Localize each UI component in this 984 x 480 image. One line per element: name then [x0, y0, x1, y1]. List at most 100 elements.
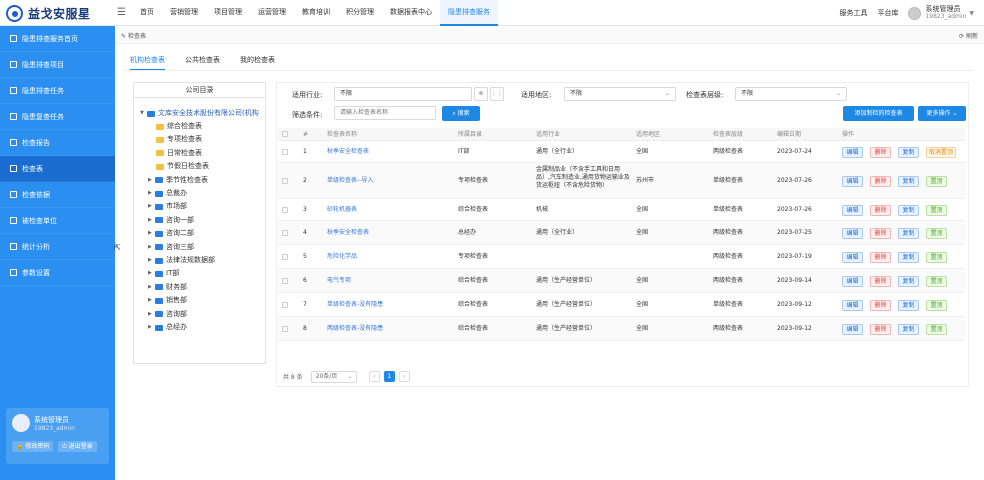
row-checkbox[interactable]	[282, 254, 288, 260]
expand-icon[interactable]: ▶	[148, 281, 155, 294]
tree-node[interactable]: 日常检查表	[156, 147, 202, 160]
expand-icon[interactable]: ▶	[148, 321, 155, 334]
delete-button[interactable]: 删除	[870, 176, 891, 187]
tree-node[interactable]: ▶ 季节性检查表	[148, 174, 208, 187]
tab-my-checklists[interactable]: 我的检查表	[240, 55, 275, 71]
breadcrumb-tab[interactable]: ✎ 检查表	[121, 31, 146, 40]
tab-public-checklists[interactable]: 公共检查表	[185, 55, 220, 71]
delete-button[interactable]: 删除	[870, 252, 891, 263]
nav-item-marketing[interactable]: 营销管理	[162, 0, 206, 26]
nav-item-project[interactable]: 项目管理	[206, 0, 250, 26]
tree-node[interactable]: ▶ 财务部	[148, 281, 187, 294]
tree-node[interactable]: 综合检查表	[156, 120, 202, 133]
sidebar-item-tasks[interactable]: 隐患排查任务	[0, 78, 115, 104]
copy-button[interactable]: 复制	[898, 324, 919, 335]
more-actions-button[interactable]: 更多操作 ⌄	[918, 106, 966, 121]
tree-node[interactable]: ▶ 市场部	[148, 200, 187, 213]
row-checkbox[interactable]	[282, 149, 288, 155]
logout-button[interactable]: ⏻ 退出登录	[58, 441, 97, 452]
search-button[interactable]: ⌕ 搜索	[442, 106, 480, 121]
edit-button[interactable]: 编辑	[842, 228, 863, 239]
next-page-button[interactable]: ›	[398, 371, 410, 382]
chevron-down-icon[interactable]: ▼	[969, 10, 974, 17]
nav-item-points[interactable]: 积分管理	[338, 0, 382, 26]
pin-button[interactable]: 置顶	[926, 324, 947, 335]
row-checkbox[interactable]	[282, 178, 288, 184]
sidebar-item-reports[interactable]: 检查报告	[0, 130, 115, 156]
avatar[interactable]	[908, 6, 922, 20]
edit-button[interactable]: 编辑	[842, 205, 863, 216]
tab-org-checklists[interactable]: 机构检查表	[130, 55, 165, 71]
level-select[interactable]: 不限 ⌄	[735, 87, 847, 101]
delete-button[interactable]: 删除	[870, 324, 891, 335]
expand-icon[interactable]: ▶	[148, 187, 155, 200]
table-row[interactable]: 2 单级检查表--导入 专项检查表 金属制品业（不含手工具和日用品）,汽车制造业,通用…	[278, 163, 965, 199]
table-row[interactable]: 6 电气专项 综合检查表 通用（生产经营单位） 全国 两级检查表 2023-09-14 编辑删…	[278, 269, 965, 293]
delete-button[interactable]: 删除	[870, 300, 891, 311]
page-current[interactable]: 1	[383, 371, 395, 382]
table-row[interactable]: 4 秋季安全检查表 总经办 通用（全行业） 全国 两级检查表 2023-07-25 编辑 删除复…	[278, 221, 965, 245]
tree-node[interactable]: ▶ 咨询二部	[148, 227, 194, 240]
nav-item-hazard-service[interactable]: 隐患排查服务	[440, 0, 498, 26]
expand-icon[interactable]: ▶	[148, 294, 155, 307]
unpin-button[interactable]: 取消置顶	[926, 147, 956, 158]
nav-item-training[interactable]: 教育培训	[294, 0, 338, 26]
sidebar-item-stats[interactable]: 统计分析	[0, 234, 115, 260]
row-checkbox[interactable]	[282, 207, 288, 213]
sidebar-item-recheck[interactable]: 隐患复查任务	[0, 104, 115, 130]
row-checkbox[interactable]	[282, 302, 288, 308]
sidebar-item-checklist[interactable]: 检查表	[0, 156, 115, 182]
checklist-name-link[interactable]: 秋季安全检查表	[327, 148, 369, 156]
add-checklist-button[interactable]: 添加制检的检查表	[843, 106, 914, 121]
expand-icon[interactable]: ▶	[148, 267, 155, 280]
delete-button[interactable]: 删除	[870, 276, 891, 287]
sidebar-item-home[interactable]: 隐患排查服务首页	[0, 26, 115, 52]
table-row[interactable]: 7 单级检查表-没有隐患 综合检查表 通用（生产经营单位） 全国 单级检查表 2023-09…	[278, 293, 965, 317]
pin-button[interactable]: 置顶	[926, 228, 947, 239]
table-row[interactable]: 1 秋季安全检查表 IT部 通用（全行业） 全国 两级检查表 2023-07-24 编辑 删除复…	[278, 141, 965, 163]
edit-button[interactable]: 编辑	[842, 300, 863, 311]
row-checkbox[interactable]	[282, 326, 288, 332]
nav-item-operation[interactable]: 运营管理	[250, 0, 294, 26]
copy-button[interactable]: 复制	[898, 176, 919, 187]
checklist-name-link[interactable]: 两级检查表-没有隐患	[327, 325, 383, 333]
checklist-name-link[interactable]: 砂轮机器表	[327, 206, 357, 214]
edit-button[interactable]: 编辑	[842, 252, 863, 263]
change-password-button[interactable]: 🔒 修改密码	[12, 441, 54, 452]
tree-node[interactable]: ▶ 总经办	[148, 321, 187, 334]
edit-button[interactable]: 编辑	[842, 324, 863, 335]
page-size-select[interactable]: 20条/页 ⌄	[310, 370, 357, 383]
service-tools-link[interactable]: 服务工具	[839, 8, 867, 18]
expand-icon[interactable]: ▶	[148, 308, 155, 321]
delete-button[interactable]: 删除	[870, 228, 891, 239]
copy-button[interactable]: 复制	[898, 205, 919, 216]
copy-button[interactable]: 复制	[898, 228, 919, 239]
table-row[interactable]: 8 两级检查表-没有隐患 综合检查表 通用（生产经营单位） 全国 两级检查表 2023-09…	[278, 317, 965, 341]
delete-button[interactable]: 删除	[870, 147, 891, 158]
pin-button[interactable]: 置顶	[926, 276, 947, 287]
select-all-checkbox[interactable]	[282, 131, 288, 137]
table-row[interactable]: 3 砂轮机器表 综合检查表 机械 全国 单级检查表 2023-07-26 编辑 删除 复制 置顶	[278, 199, 965, 221]
tree-node[interactable]: ▶ 法律法规数据部	[148, 254, 215, 267]
tree-node[interactable]: ▶ 总裁办	[148, 187, 187, 200]
tree-node[interactable]: ▶ IT部	[148, 267, 179, 280]
grid-icon[interactable]: ⋮⋮	[490, 87, 504, 101]
pin-button[interactable]: 置顶	[926, 205, 947, 216]
copy-button[interactable]: 复制	[898, 147, 919, 158]
clear-icon[interactable]: ⊗	[474, 87, 488, 101]
checklist-name-link[interactable]: 秋季安全检查表	[327, 229, 369, 237]
tree-root[interactable]: ▼ 文库安全技术股份有限公司(机构	[140, 107, 259, 120]
tree-node[interactable]: ▶ 咨询部	[148, 308, 187, 321]
row-checkbox[interactable]	[282, 230, 288, 236]
sidebar-item-basis[interactable]: 检查依据	[0, 182, 115, 208]
nav-item-reports[interactable]: 数据报表中心	[382, 0, 440, 26]
checklist-name-link[interactable]: 危险化学品	[327, 253, 357, 261]
copy-button[interactable]: 复制	[898, 252, 919, 263]
edit-button[interactable]: 编辑	[842, 176, 863, 187]
expand-icon[interactable]: ▶	[148, 241, 155, 254]
user-menu[interactable]: 系统管理员 19823_admin	[925, 5, 966, 21]
copy-button[interactable]: 复制	[898, 276, 919, 287]
search-input[interactable]	[334, 106, 436, 120]
delete-button[interactable]: 删除	[870, 205, 891, 216]
nav-item-home[interactable]: 首页	[132, 0, 162, 26]
